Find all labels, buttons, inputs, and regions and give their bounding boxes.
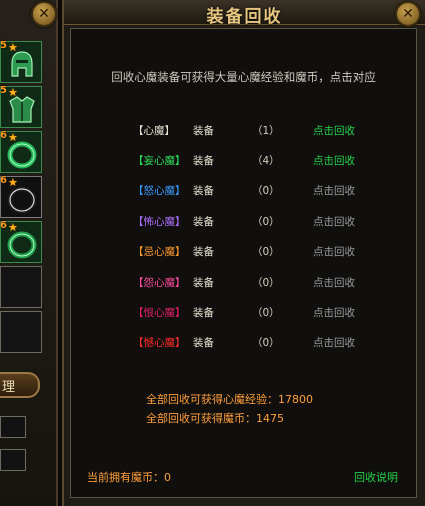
equipment-count: （0） — [252, 277, 280, 289]
organize-button[interactable]: 理 — [0, 372, 40, 398]
recycle-row: 【怖心魔】 装备 （0） 点击回收 — [71, 214, 416, 230]
recycle-button[interactable]: 点击回收 — [313, 244, 355, 259]
equipment-count: （0） — [252, 185, 280, 197]
organize-label: 理 — [2, 379, 16, 395]
equipment-name: 【怨心魔】 — [133, 277, 186, 289]
equipment-count: （0） — [252, 307, 280, 319]
equipment-count: （4） — [252, 155, 280, 167]
recycle-row: 【心魔】 装备 （1） 点击回收 — [71, 123, 416, 139]
equipment-type: 装备 — [193, 337, 214, 349]
inventory-panel: ✕ 5 ★ 5 ★ 6 ★ 6 ★ 6 ★ 理 — [0, 0, 58, 506]
equipment-count: （1） — [252, 125, 280, 137]
armor-icon — [9, 96, 35, 123]
recycle-panel: 回收心魔装备可获得大量心魔经验和魔币，点击对应 【心魔】 装备 （1） 点击回收… — [70, 28, 417, 498]
summary-exp: 全部回收可获得心魔经验：17800 — [146, 393, 313, 406]
current-currency: 当前拥有魔币：0 — [87, 471, 171, 484]
inventory-slot-5[interactable]: 6 ★ — [0, 220, 42, 263]
inventory-small-box[interactable] — [0, 449, 26, 471]
close-icon: ✕ — [38, 6, 50, 22]
recycle-row: 【忌心魔】 装备 （0） 点击回收 — [71, 244, 416, 260]
recycle-button[interactable]: 点击回收 — [313, 214, 355, 229]
recycle-row: 【恨心魔】 装备 （0） 点击回收 — [71, 305, 416, 321]
window-titlebar: 装备回收 — [64, 0, 425, 27]
recycle-button[interactable]: 点击回收 — [313, 123, 355, 138]
equipment-name: 【恨心魔】 — [133, 307, 186, 319]
inventory-slot-1[interactable]: 5 ★ — [0, 40, 42, 83]
equipment-type: 装备 — [193, 125, 214, 137]
equipment-name: 【怖心魔】 — [133, 216, 186, 228]
equipment-name: 【怒心魔】 — [133, 185, 186, 197]
equipment-type: 装备 — [193, 216, 214, 228]
equipment-name: 【心魔】 — [133, 125, 175, 137]
equipment-type: 装备 — [193, 185, 214, 197]
helmet-icon — [11, 51, 33, 77]
recycle-button[interactable]: 点击回收 — [313, 335, 355, 350]
inventory-slot-empty[interactable] — [0, 266, 42, 308]
equipment-recycle-window: 装备回收 ✕ 回收心魔装备可获得大量心魔经验和魔币，点击对应 【心魔】 装备 （… — [62, 0, 425, 506]
equipment-type: 装备 — [193, 307, 214, 319]
equipment-name: 【憾心魔】 — [133, 337, 186, 349]
inventory-slot-4[interactable]: 6 ★ — [0, 175, 42, 218]
recycle-row: 【怒心魔】 装备 （0） 点击回收 — [71, 183, 416, 199]
summary-coin: 全部回收可获得魔币：1475 — [146, 412, 284, 425]
equipment-count: （0） — [252, 337, 280, 349]
recycle-row: 【妄心魔】 装备 （4） 点击回收 — [71, 153, 416, 169]
inventory-slot-2[interactable]: 5 ★ — [0, 85, 42, 128]
equipment-type: 装备 — [193, 246, 214, 258]
recycle-button[interactable]: 点击回收 — [313, 153, 355, 168]
window-close-button[interactable]: ✕ — [395, 1, 421, 27]
inventory-small-box[interactable] — [0, 416, 26, 438]
recycle-button[interactable]: 点击回收 — [313, 275, 355, 290]
intro-text: 回收心魔装备可获得大量心魔经验和魔币，点击对应 — [111, 70, 376, 84]
recycle-row: 【憾心魔】 装备 （0） 点击回收 — [71, 335, 416, 351]
recycle-button[interactable]: 点击回收 — [313, 183, 355, 198]
inventory-slot-3[interactable]: 6 ★ — [0, 130, 42, 173]
ring-icon — [7, 141, 37, 169]
bracelet-icon — [7, 186, 37, 214]
ring-icon — [7, 231, 37, 259]
recycle-button[interactable]: 点击回收 — [313, 305, 355, 320]
equipment-count: （0） — [252, 216, 280, 228]
equipment-name: 【妄心魔】 — [133, 155, 186, 167]
equipment-type: 装备 — [193, 155, 214, 167]
equipment-type: 装备 — [193, 277, 214, 289]
inventory-slot-empty[interactable] — [0, 311, 42, 353]
window-title: 装备回收 — [206, 7, 283, 27]
inventory-close-button[interactable]: ✕ — [31, 1, 57, 27]
equipment-name: 【忌心魔】 — [133, 246, 186, 258]
recycle-help-link[interactable]: 回收说明 — [354, 469, 398, 485]
equipment-count: （0） — [252, 246, 280, 258]
recycle-row: 【怨心魔】 装备 （0） 点击回收 — [71, 275, 416, 291]
close-icon: ✕ — [402, 6, 414, 22]
